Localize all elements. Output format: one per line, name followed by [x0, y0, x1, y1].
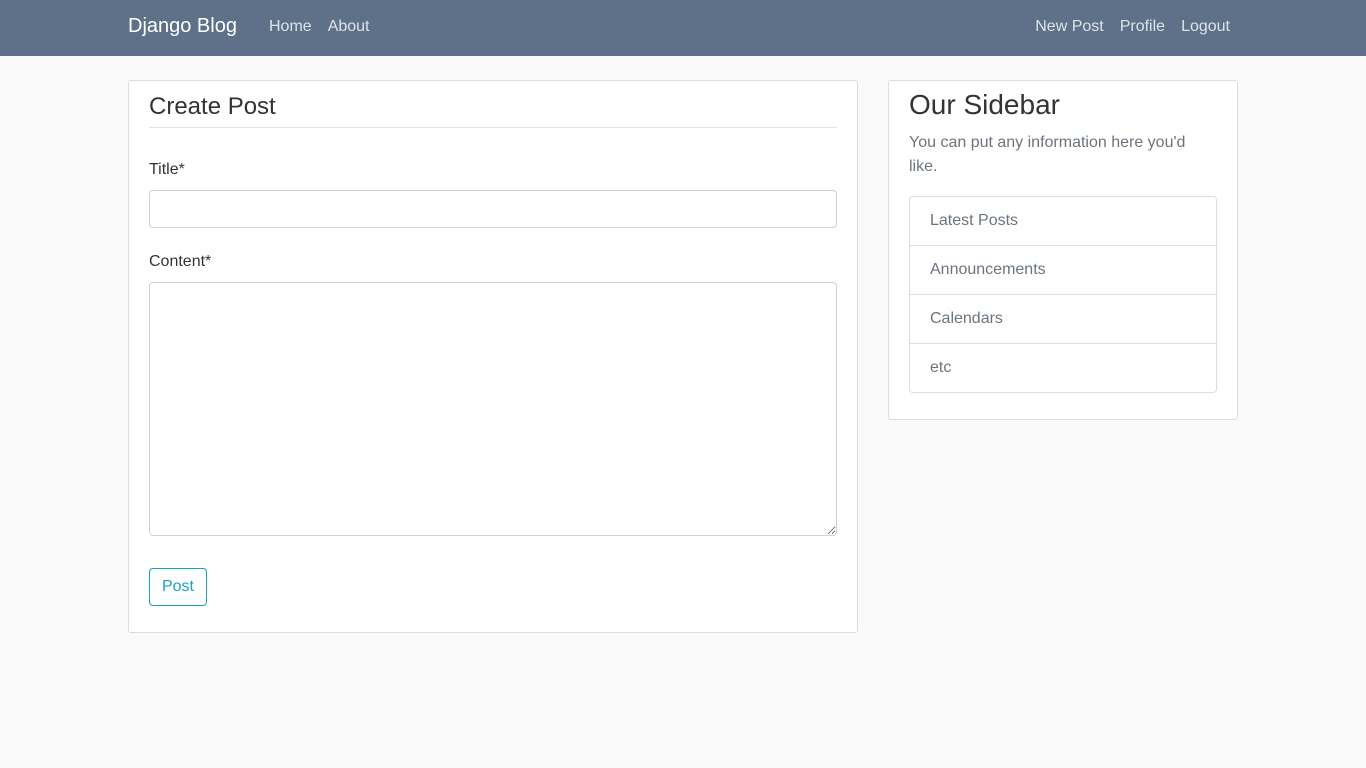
brand-link[interactable]: Django Blog — [128, 14, 237, 38]
top-navbar: Django Blog Home About New Post Profile … — [0, 0, 1366, 56]
title-input[interactable] — [149, 190, 837, 228]
nav-left-links: Home About — [269, 17, 386, 37]
sidebar-card: Our Sidebar You can put any information … — [888, 80, 1238, 420]
nav-link-new-post[interactable]: New Post — [1035, 17, 1103, 37]
create-post-card: Create Post Title* Content* Post — [128, 80, 858, 633]
sidebar-item-calendars[interactable]: Calendars — [910, 294, 1216, 343]
content-textarea[interactable] — [149, 282, 837, 536]
sidebar-description: You can put any information here you'd l… — [909, 134, 1186, 175]
title-label: Title* — [149, 161, 185, 178]
legend-divider — [149, 127, 837, 128]
sidebar-list: Latest Posts Announcements Calendars etc — [909, 196, 1217, 393]
nav-link-home[interactable]: Home — [269, 17, 312, 37]
nav-link-profile[interactable]: Profile — [1120, 17, 1165, 37]
nav-right-links: New Post Profile Logout — [1019, 17, 1230, 37]
sidebar-item-latest-posts[interactable]: Latest Posts — [910, 197, 1216, 245]
nav-link-about[interactable]: About — [328, 17, 370, 37]
sidebar-item-announcements[interactable]: Announcements — [910, 245, 1216, 294]
form-legend: Create Post — [149, 93, 276, 120]
post-submit-button[interactable]: Post — [149, 568, 207, 606]
sidebar-title: Our Sidebar — [909, 89, 1060, 120]
nav-link-logout[interactable]: Logout — [1181, 17, 1230, 37]
sidebar-item-etc[interactable]: etc — [910, 343, 1216, 392]
content-label: Content* — [149, 253, 212, 270]
